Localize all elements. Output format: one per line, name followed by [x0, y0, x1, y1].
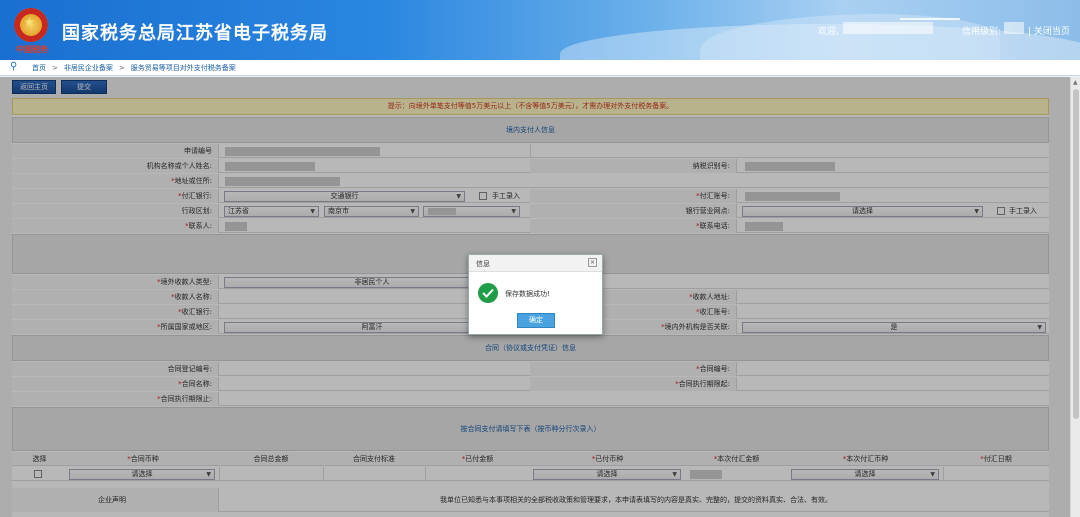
breadcrumb-nonresident[interactable]: 非居民企业备案 [64, 64, 113, 72]
mountain-decoration-2 [700, 14, 1000, 60]
credit-level-redacted [1004, 22, 1024, 34]
welcome-text: 欢迎, [818, 27, 839, 37]
ok-button[interactable]: 确定 [517, 313, 555, 328]
slogan: 中国税务 [16, 44, 48, 54]
user-name-redacted [843, 22, 933, 34]
close-icon[interactable]: × [588, 258, 597, 267]
dialog-header: 信息 × [469, 255, 602, 272]
site-header: ★ 中国税务 国家税务总局江苏省电子税务局 欢迎, 信用级别: | 关闭当页 [0, 0, 1080, 60]
dialog-title: 信息 [476, 260, 490, 268]
success-check-icon [478, 283, 498, 303]
dialog-message: 保存数据成功! [505, 290, 550, 298]
scroll-thumb[interactable] [1073, 89, 1079, 419]
location-pin-icon: ⚲ [10, 61, 18, 72]
breadcrumb: 首页 > 非居民企业备案 > 服务贸易等项目对外支付税务备案 [32, 63, 236, 73]
tax-emblem-icon: ★ [14, 8, 48, 42]
close-page-link[interactable]: | 关闭当页 [1028, 24, 1070, 37]
breadcrumb-home[interactable]: 首页 [32, 64, 46, 72]
breadcrumb-separator: > [52, 64, 58, 72]
scroll-up-icon[interactable]: ▲ [1073, 79, 1078, 86]
credit-level-label: 信用级别: [962, 27, 1002, 37]
breadcrumb-current: 服务贸易等项目对外支付税务备案 [130, 64, 236, 72]
site-title: 国家税务总局江苏省电子税务局 [62, 23, 328, 44]
breadcrumb-separator: > [118, 64, 125, 72]
great-wall-decoration [900, 6, 960, 20]
scrollbar[interactable]: ▲ [1070, 77, 1080, 517]
info-dialog: 信息 × 保存数据成功! 确定 [468, 254, 603, 335]
breadcrumb-bar: ⚲ 首页 > 非居民企业备案 > 服务贸易等项目对外支付税务备案 [0, 60, 1080, 76]
